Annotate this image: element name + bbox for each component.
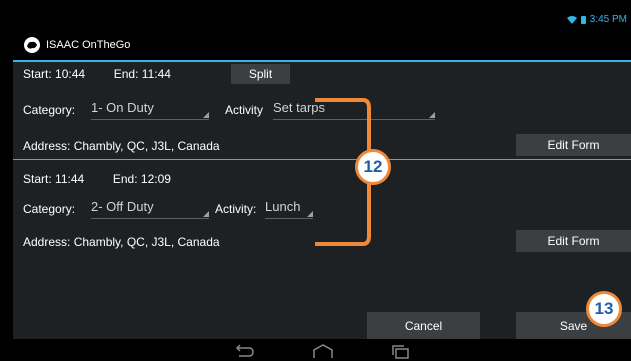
entry2-address-row: Address: Chambly, QC, J3L, Canada bbox=[23, 235, 220, 249]
entry1-end-value: 11:44 bbox=[141, 67, 171, 81]
entry2-category-value: 2- Off Duty bbox=[91, 199, 154, 214]
back-icon[interactable] bbox=[233, 343, 255, 359]
entry2-address-label: Address: bbox=[23, 235, 71, 249]
battery-icon bbox=[580, 15, 586, 24]
entry2-time-row: Start: 11:44 End: 12:09 bbox=[23, 172, 171, 186]
entry2-activity-spinner[interactable]: Lunch bbox=[265, 199, 313, 219]
entry1-time-row: Start: 10:44 End: 11:44 bbox=[23, 67, 171, 81]
status-indicators: 3:45 PM bbox=[566, 14, 627, 25]
nav-bar bbox=[13, 339, 631, 361]
recent-apps-icon[interactable] bbox=[390, 343, 412, 359]
app-bar: ISAAC OnTheGo bbox=[13, 30, 631, 60]
entry1-edit-form-button[interactable]: Edit Form bbox=[516, 134, 631, 156]
entry2-activity-value: Lunch bbox=[265, 199, 301, 214]
entry2-start-value: 11:44 bbox=[55, 172, 85, 186]
entry2-start-label: Start: bbox=[23, 172, 52, 186]
app-title: ISAAC OnTheGo bbox=[46, 39, 131, 51]
entry1-start-value: 10:44 bbox=[55, 67, 86, 81]
wifi-icon bbox=[566, 15, 577, 24]
entry1-activity-label: Activity bbox=[225, 103, 264, 117]
entry2-address-value: Chambly, QC, J3L, Canada bbox=[73, 235, 220, 249]
entry2-end-value: 12:09 bbox=[140, 172, 171, 186]
status-bar: 3:45 PM bbox=[13, 0, 631, 30]
app-logo-icon bbox=[24, 37, 40, 53]
entry2-category-spinner[interactable]: 2- Off Duty bbox=[91, 199, 209, 219]
home-icon[interactable] bbox=[312, 343, 334, 359]
entry1-address-value: Chambly, QC, J3L, Canada bbox=[73, 139, 220, 153]
status-time: 3:45 PM bbox=[589, 14, 627, 25]
entry1-category-spinner[interactable]: 1- On Duty bbox=[91, 100, 209, 120]
entry2-edit-form-button[interactable]: Edit Form bbox=[516, 230, 631, 252]
entry2-end-label: End: bbox=[112, 172, 138, 186]
entry1-address-row: Address: Chambly, QC, J3L, Canada bbox=[23, 139, 220, 153]
entry1-category-value: 1- On Duty bbox=[91, 100, 154, 115]
entry2-activity-label: Activity: bbox=[215, 202, 257, 216]
entry1-start-label: Start: bbox=[23, 67, 52, 81]
cancel-button[interactable]: Cancel bbox=[367, 312, 480, 339]
entry2-category-label: Category: bbox=[23, 202, 76, 216]
split-button[interactable]: Split bbox=[231, 64, 290, 84]
entry1-end-label: End: bbox=[113, 67, 139, 81]
entry1-category-label: Category: bbox=[23, 103, 76, 117]
annotation-badge-13: 13 bbox=[586, 291, 622, 327]
annotation-badge-12: 12 bbox=[355, 149, 391, 185]
entry1-address-label: Address: bbox=[23, 139, 71, 153]
